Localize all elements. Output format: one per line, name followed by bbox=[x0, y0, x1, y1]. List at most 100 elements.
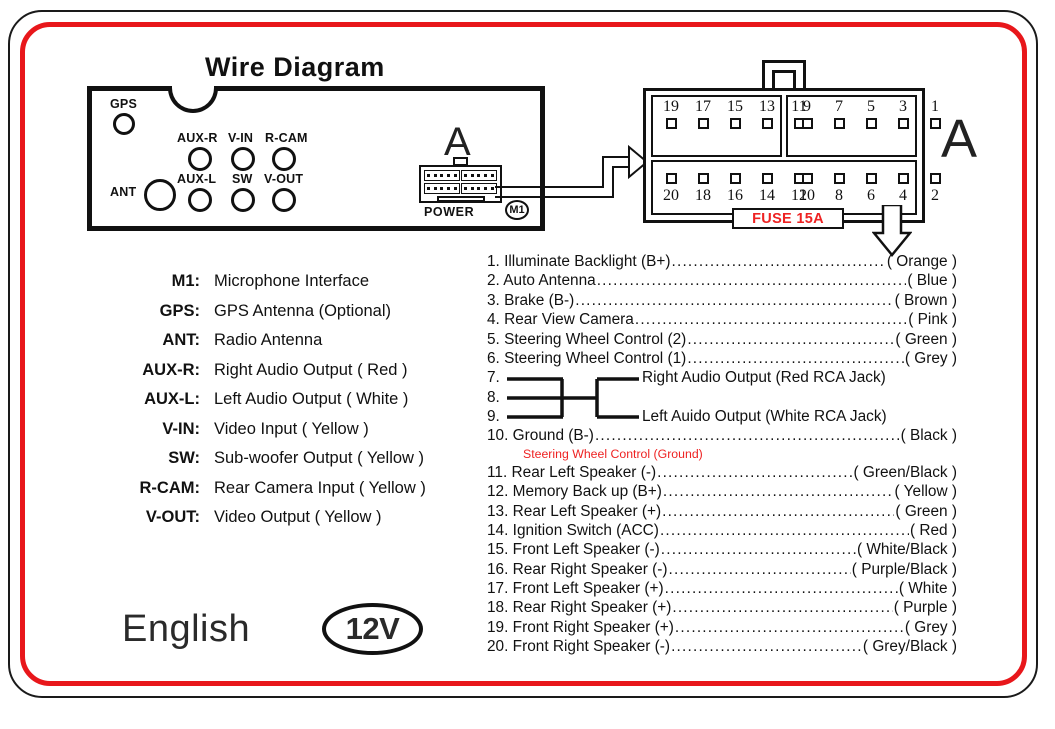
power-connector-latch-slot bbox=[437, 196, 485, 202]
legend-value: Microphone Interface bbox=[214, 272, 370, 290]
pin-list-row: 18. Rear Right Speaker (+) .............… bbox=[487, 599, 957, 618]
pin-2: 2 bbox=[919, 173, 951, 204]
pin-square bbox=[729, 118, 741, 129]
pin-list-label: 17. Front Left Speaker (+) bbox=[487, 580, 664, 598]
pin-list-row: 15. Front Left Speaker (-) .............… bbox=[487, 541, 957, 560]
connector-latch-inner bbox=[772, 70, 796, 89]
pin-list-label: 10. Ground (B-) bbox=[487, 427, 594, 445]
jack-label-aux-r: AUX-R bbox=[177, 131, 218, 145]
power-connector-label: POWER bbox=[424, 205, 475, 219]
pin-list-label: 20. Front Right Speaker (-) bbox=[487, 638, 671, 656]
dot-leader: ........................................… bbox=[634, 311, 907, 329]
pin-list-color: ( Yellow ) bbox=[894, 483, 957, 501]
legend-key: SW: bbox=[168, 449, 200, 467]
rca-left-output-text: Left Auido Output (White RCA Jack) bbox=[642, 408, 887, 426]
pin-list-color: ( White/Black ) bbox=[856, 541, 957, 559]
voltage-label: 12V bbox=[345, 611, 400, 646]
language-label: English bbox=[122, 608, 251, 650]
pin-list-color: ( Pink ) bbox=[908, 311, 957, 329]
pin-list-color: ( Blue ) bbox=[907, 272, 957, 290]
pin-square bbox=[897, 173, 909, 184]
harness-wire bbox=[495, 143, 655, 205]
pin-list-row: 5. Steering Wheel Control (2) ..........… bbox=[487, 331, 957, 350]
pin-list-color: ( Grey ) bbox=[904, 618, 957, 636]
jack-label-sw: SW bbox=[232, 172, 253, 186]
dot-leader: ........................................… bbox=[672, 599, 892, 617]
pin-square bbox=[897, 118, 909, 129]
pin-square bbox=[761, 173, 773, 184]
legend-key: GPS: bbox=[159, 301, 200, 320]
pin-16: 16 bbox=[719, 173, 751, 204]
pin-18: 18 bbox=[687, 173, 719, 204]
pin-19: 19 bbox=[655, 98, 687, 129]
pin-list-label: 3. Brake (B-) bbox=[487, 291, 575, 309]
pin-square bbox=[665, 118, 677, 129]
jack-gps bbox=[113, 113, 135, 135]
pin-list-color: ( White ) bbox=[898, 580, 957, 598]
legend-row: AUX-L: Left Audio Output ( White ) bbox=[90, 390, 490, 420]
legend-key: ANT: bbox=[162, 331, 200, 349]
dot-leader: ........................................… bbox=[674, 618, 904, 636]
jack-label-v-out: V-OUT bbox=[264, 172, 304, 186]
pin-square bbox=[865, 118, 877, 129]
legend-row: R-CAM: Rear Camera Input ( Yellow ) bbox=[90, 479, 490, 509]
pin-number: 14 bbox=[759, 187, 775, 204]
rca-right-output-text: Right Audio Output (Red RCA Jack) bbox=[642, 369, 886, 387]
pin-row-top-right: 9 7 5 3 1 bbox=[791, 98, 951, 129]
pin-square bbox=[929, 118, 941, 129]
pin-list-label: 4. Rear View Camera bbox=[487, 311, 634, 329]
legend-key: AUX-L: bbox=[144, 390, 200, 408]
legend-row: V-OUT: Video Output ( Yellow ) bbox=[90, 508, 490, 538]
pin-number: 15 bbox=[727, 98, 743, 115]
pin-number: 18 bbox=[695, 187, 711, 204]
pin-list-row-ground: 10. Ground (B-) ........................… bbox=[487, 427, 957, 446]
pin-list-label: 5. Steering Wheel Control (2) bbox=[487, 330, 687, 348]
pin-10: 10 bbox=[791, 173, 823, 204]
jack-aux-r bbox=[188, 147, 212, 171]
fuse-label: FUSE 15A bbox=[752, 210, 824, 227]
dot-leader: ........................................… bbox=[659, 521, 909, 539]
pin-list-color: ( Green ) bbox=[895, 330, 957, 348]
jack-r-cam bbox=[272, 147, 296, 171]
legend-row: ANT: Radio Antenna bbox=[90, 331, 490, 361]
pin-13: 13 bbox=[751, 98, 783, 129]
pin-list-color: ( Grey/Black ) bbox=[862, 638, 957, 656]
ground-note: Steering Wheel Control (Ground) bbox=[523, 446, 703, 461]
pin-square bbox=[929, 173, 941, 184]
pin-list-label: 12. Memory Back up (B+) bbox=[487, 483, 662, 501]
pin-list-row: 14. Ignition Switch (ACC) ..............… bbox=[487, 522, 957, 541]
pin-number: 10 bbox=[799, 187, 815, 204]
pin-1: 1 bbox=[919, 98, 951, 129]
dot-leader: ........................................… bbox=[687, 330, 895, 348]
pin-number: 13 bbox=[759, 98, 775, 115]
legend-row: GPS: GPS Antenna (Optional) bbox=[90, 302, 490, 332]
pin-list-color: ( Brown ) bbox=[894, 291, 957, 309]
pin-list-row: 6. Steering Wheel Control (1) ..........… bbox=[487, 350, 957, 369]
legend-row: AUX-R: Right Audio Output ( Red ) bbox=[90, 361, 490, 391]
legend-value: Video Input ( Yellow ) bbox=[214, 419, 369, 438]
pin-list-row: 17. Front Left Speaker (+) .............… bbox=[487, 580, 957, 599]
pin-8: 8 bbox=[823, 173, 855, 204]
pin-number: 1 bbox=[931, 98, 939, 115]
rca-bracket-group: 7. 8. 9. Right Audio Output (Red RCA Jac… bbox=[487, 369, 957, 427]
dot-leader: ........................................… bbox=[687, 349, 904, 367]
legend-value: GPS Antenna (Optional) bbox=[214, 301, 392, 320]
legend-value: Sub-woofer Output ( Yellow ) bbox=[214, 449, 425, 467]
legend-value: Video Output ( Yellow ) bbox=[214, 508, 382, 526]
pin-number: 7 bbox=[835, 98, 843, 115]
pin-list-row: 13. Rear Left Speaker (+) ..............… bbox=[487, 503, 957, 522]
pin-list-row: 16. Rear Right Speaker (-) .............… bbox=[487, 561, 957, 580]
pin-list-color: ( Black ) bbox=[900, 427, 957, 445]
pin-list-label: 19. Front Right Speaker (+) bbox=[487, 618, 674, 636]
pin-20: 20 bbox=[655, 173, 687, 204]
pin-list-row: 12. Memory Back up (B+) ................… bbox=[487, 483, 957, 502]
pin-4: 4 bbox=[887, 173, 919, 204]
pin-list-row: 2. Auto Antenna ........................… bbox=[487, 272, 957, 291]
pin-number: 17 bbox=[695, 98, 711, 115]
pin-number: 8 bbox=[835, 187, 843, 204]
dot-leader: ........................................… bbox=[664, 580, 898, 598]
jack-v-in bbox=[231, 147, 255, 171]
power-feed-arrow bbox=[871, 203, 913, 257]
legend-key: V-OUT: bbox=[145, 508, 200, 526]
power-pin-row-bottom-left bbox=[424, 183, 460, 194]
